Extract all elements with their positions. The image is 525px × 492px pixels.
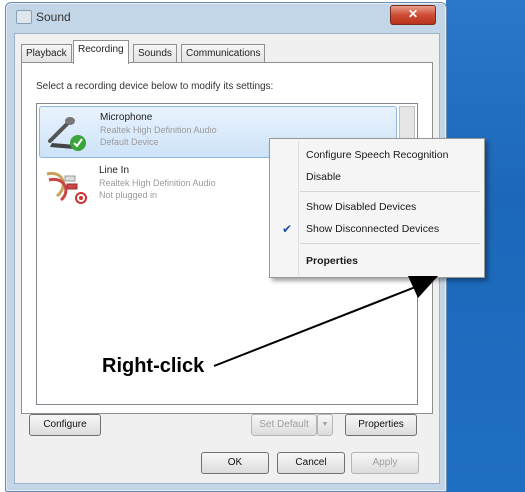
tab-communications[interactable]: Communications	[181, 44, 266, 63]
device-driver: Realtek High Definition Audio	[100, 125, 217, 135]
window-title: Sound	[36, 10, 71, 24]
tab-recording[interactable]: Recording	[73, 40, 129, 64]
speaker-icon	[16, 10, 32, 24]
device-name: Line In	[99, 165, 130, 176]
set-default-dropdown: ▼	[317, 414, 333, 436]
menu-separator	[300, 191, 480, 192]
menu-separator	[300, 243, 480, 244]
menu-item-label: Show Disconnected Devices	[306, 223, 440, 235]
configure-button[interactable]: Configure	[29, 414, 101, 436]
microphone-icon	[46, 113, 92, 155]
apply-button: Apply	[351, 452, 419, 474]
tab-sounds[interactable]: Sounds	[133, 44, 177, 63]
cancel-button[interactable]: Cancel	[277, 452, 345, 474]
title-bar[interactable]: Sound ✕	[6, 3, 446, 31]
menu-item-disable[interactable]: Disable	[270, 167, 482, 187]
set-default-button: Set Default	[251, 414, 317, 436]
ok-button[interactable]: OK	[201, 452, 269, 474]
device-driver: Realtek High Definition Audio	[99, 178, 216, 188]
menu-item-show-disabled-devices[interactable]: Show Disabled Devices	[270, 197, 482, 217]
instruction-text: Select a recording device below to modif…	[36, 81, 274, 92]
menu-item-configure-speech-recognition[interactable]: Configure Speech Recognition	[270, 145, 482, 165]
device-status: Default Device	[100, 137, 159, 147]
right-click-annotation: Right-click	[102, 355, 205, 377]
line-in-cable-icon	[45, 166, 91, 208]
checkmark-icon: ✔	[282, 222, 293, 236]
device-name: Microphone	[100, 112, 153, 123]
device-status: Not plugged in	[99, 190, 158, 200]
context-menu: Configure Speech Recognition Disable Sho…	[269, 138, 485, 278]
menu-item-properties[interactable]: Properties	[270, 251, 482, 271]
menu-item-show-disconnected-devices[interactable]: ✔ Show Disconnected Devices	[270, 219, 482, 239]
tab-playback[interactable]: Playback	[21, 44, 72, 63]
properties-button[interactable]: Properties	[345, 414, 417, 436]
close-button[interactable]: ✕	[390, 5, 436, 25]
